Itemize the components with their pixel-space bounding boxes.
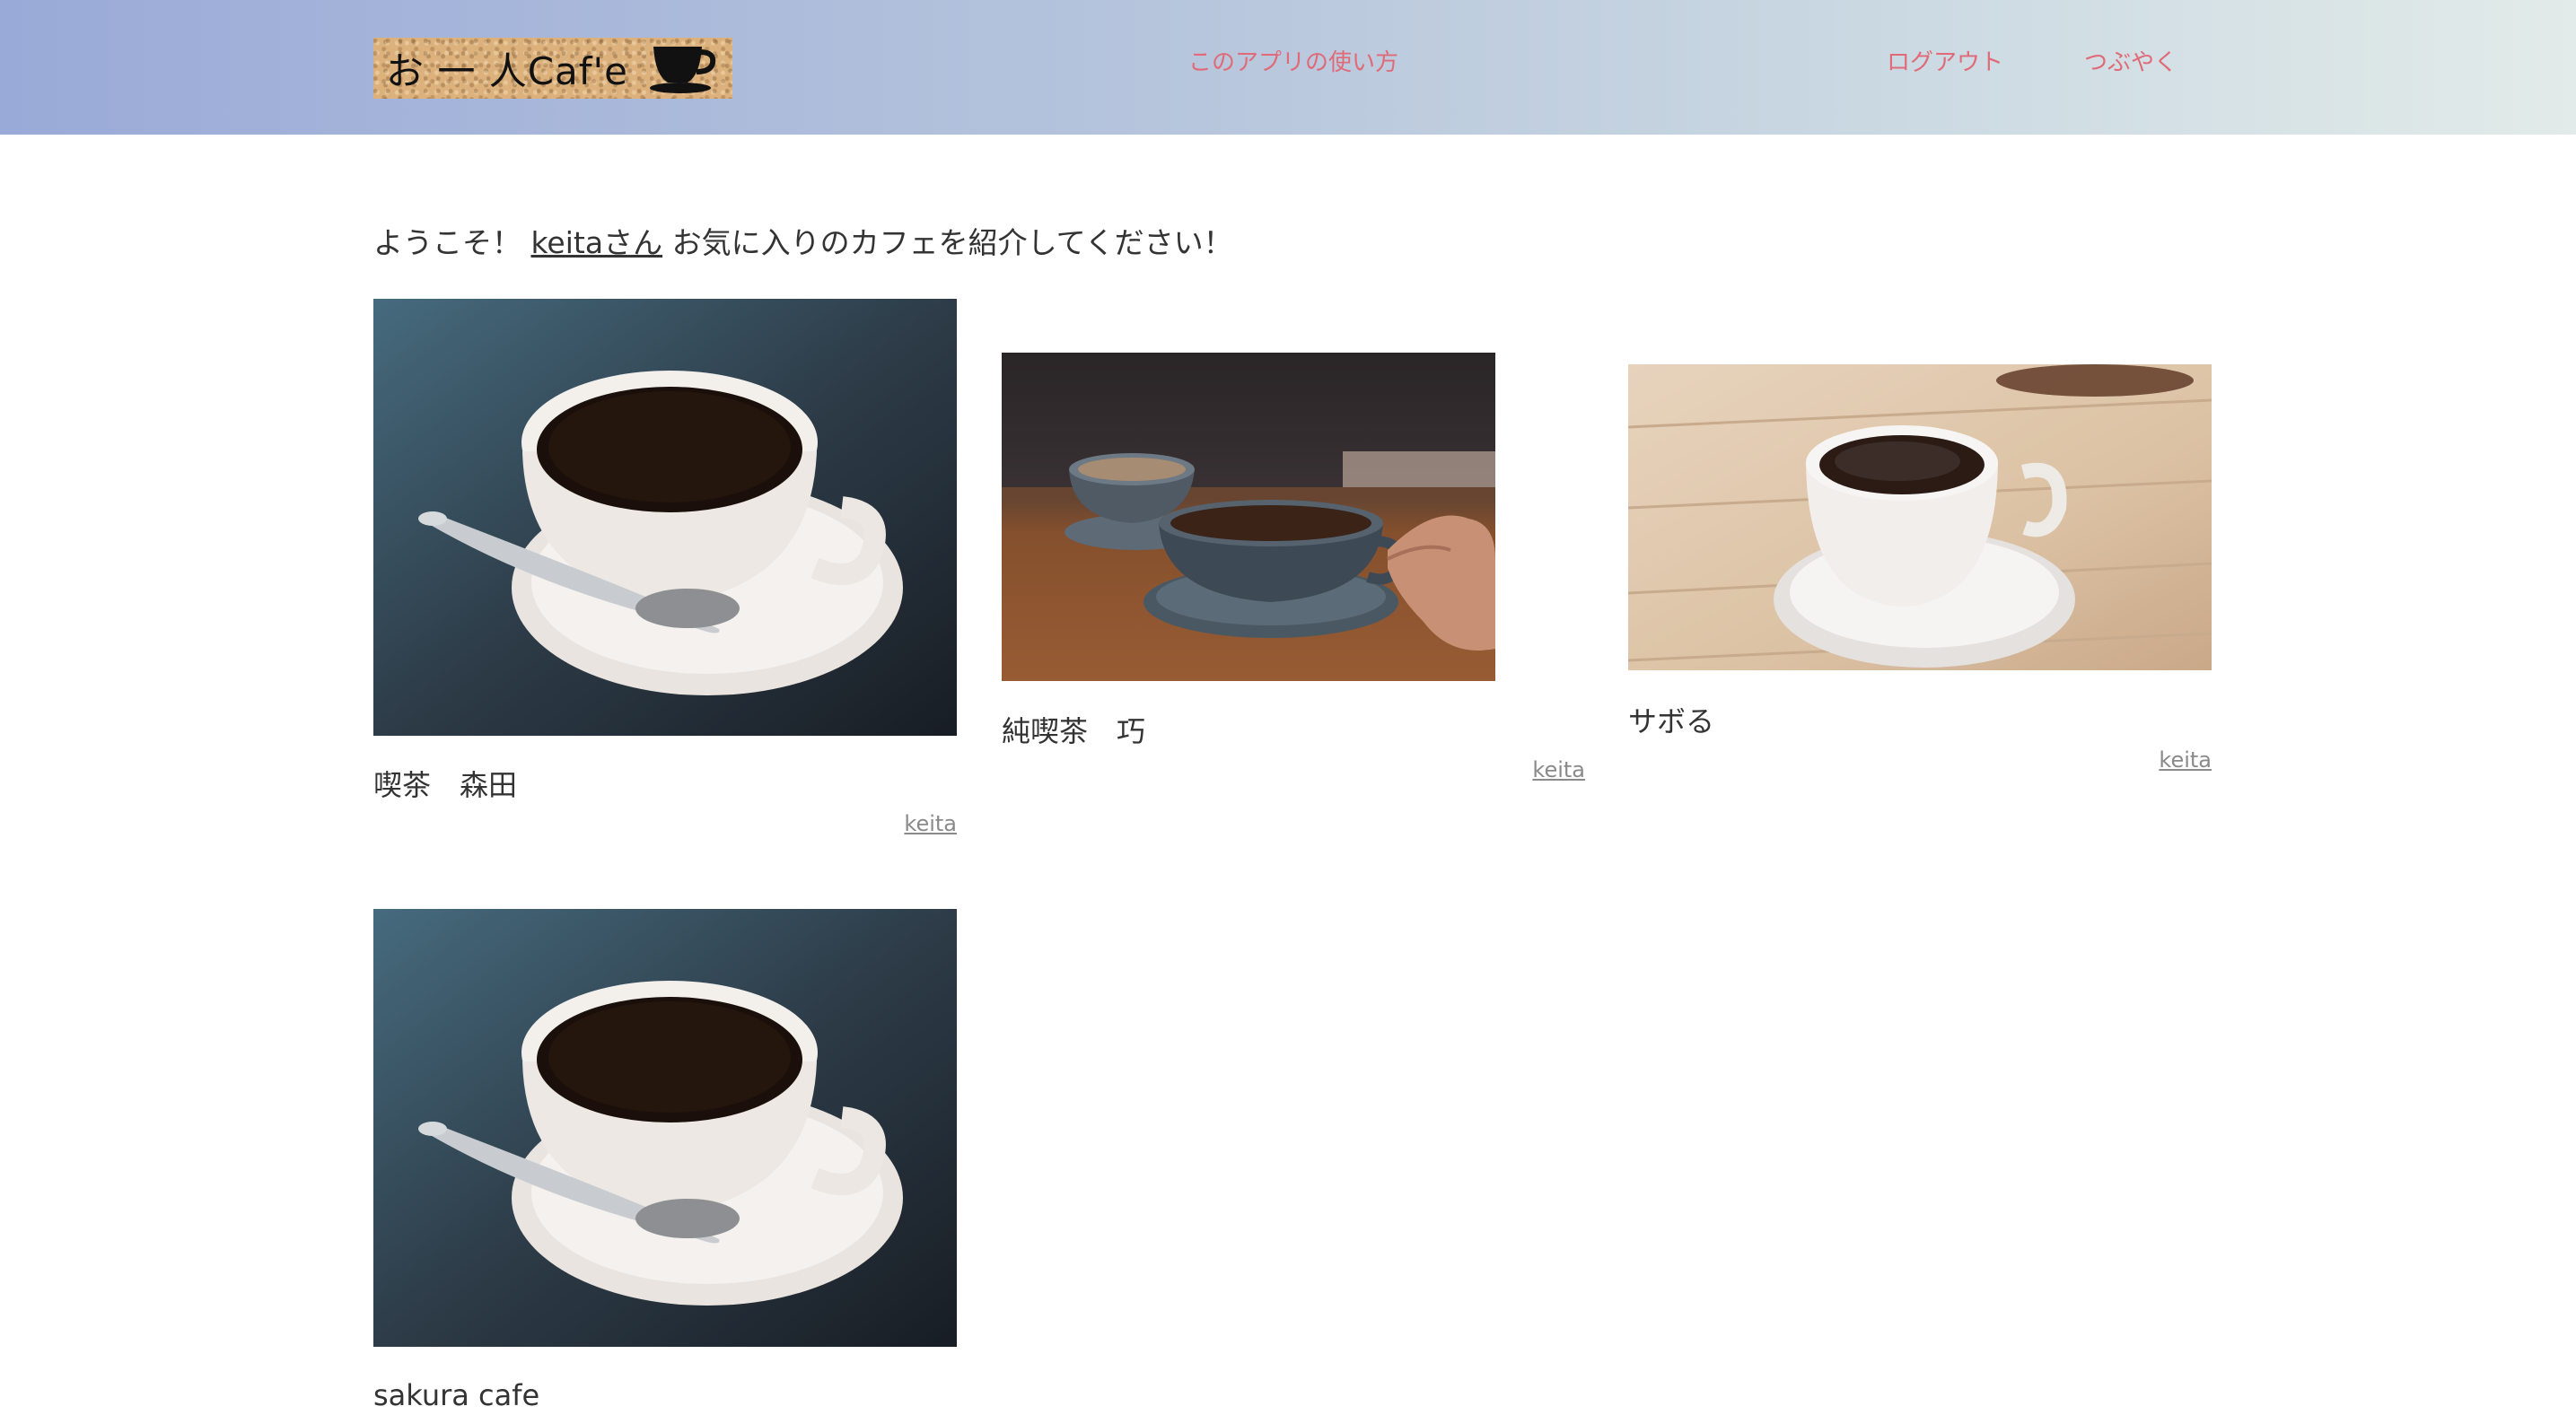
coffee-cup-photo-icon <box>373 299 957 736</box>
welcome-message: ようこそ！ keitaさん お気に入りのカフェを紹介してください！ <box>373 221 1233 266</box>
logo-text: お 一 人Caf'e <box>386 48 628 93</box>
welcome-suffix: お気に入りのカフェを紹介してください！ <box>662 225 1233 260</box>
coffee-cup-photo-icon <box>1628 364 2212 670</box>
cafe-name: 純喫茶 巧 <box>1002 714 1146 748</box>
coffee-cup-photo-icon <box>1002 353 1495 681</box>
cafe-name: sakura cafe <box>373 1378 540 1412</box>
nav-logout-link[interactable]: ログアウト <box>1887 45 2003 81</box>
cafe-photo[interactable] <box>1002 353 1495 681</box>
cafe-card[interactable]: 喫茶 森田 keita <box>373 299 957 837</box>
nav-tweet-link[interactable]: つぶやく <box>2084 45 2177 81</box>
cafe-name: 喫茶 森田 <box>373 768 518 802</box>
cafe-card[interactable]: サボる keita <box>1628 364 2212 795</box>
site-header: お 一 人Caf'e このアプリの使い方 ログアウト つぶやく <box>0 0 2576 135</box>
welcome-prefix: ようこそ！ <box>373 225 531 260</box>
cafe-author-link[interactable]: keita <box>2159 747 2212 773</box>
user-profile-link[interactable]: keitaさん <box>531 225 663 260</box>
cafe-name: サボる <box>1628 704 1715 738</box>
cafe-photo[interactable] <box>373 299 957 736</box>
site-logo[interactable]: お 一 人Caf'e <box>373 38 732 99</box>
cafe-photo[interactable] <box>373 909 957 1347</box>
cafe-author-link[interactable]: keita <box>1532 756 1585 783</box>
coffee-cup-icon <box>650 47 716 93</box>
cafe-card[interactable]: sakura cafe <box>373 909 957 1412</box>
cafe-card[interactable]: 純喫茶 巧 keita <box>1002 353 1585 801</box>
nav-how-to-use-link[interactable]: このアプリの使い方 <box>1188 45 1398 81</box>
coffee-cup-photo-icon <box>373 909 957 1347</box>
cafe-author-link[interactable]: keita <box>904 810 957 837</box>
cafe-photo[interactable] <box>1628 364 2212 670</box>
